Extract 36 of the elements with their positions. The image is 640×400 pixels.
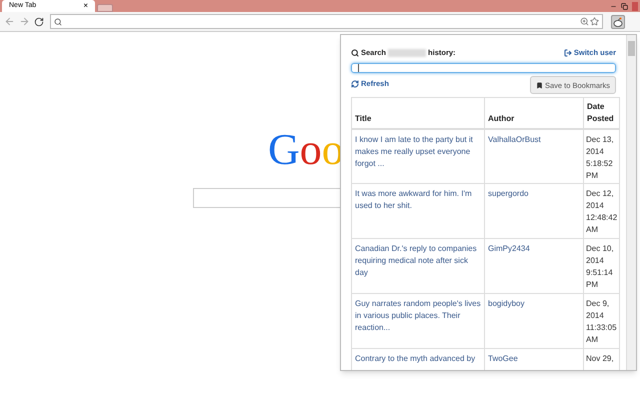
extension-button[interactable] [611,14,625,28]
refresh-icon [351,80,359,88]
search-icon [351,48,359,57]
table-cell[interactable]: I know I am late to the party but it makes me really upset everyone forgot ... [352,128,484,184]
table-cell: Dec 10, 2014 9:51:14 PM [584,238,620,294]
table-cell: Dec 9, 2014 11:33:05 AM [584,294,620,349]
table-cell[interactable]: Contrary to the myth advanced by [352,348,484,370]
column-header: Author [484,98,584,129]
table-cell[interactable]: supergordo [484,184,584,239]
table-cell[interactable]: Guy narrates random people's lives in various public places. Their reaction... [352,294,484,349]
address-bar[interactable] [50,14,603,29]
table-cell: Dec 13, 2014 5:18:52 PM [584,128,620,184]
star-icon[interactable] [590,17,599,26]
redacted-blur [388,48,426,57]
table-cell[interactable]: Canadian Dr.'s reply to companies requiring medical note after sick day [352,238,484,294]
bookmark-icon [536,82,543,89]
search-icon [54,18,62,26]
tab-close-button[interactable]: × [83,0,88,12]
column-header: Date Posted [584,98,620,129]
table-cell[interactable]: It was more awkward for him. I'm used to her shit. [352,184,484,239]
table-cell: Nov 29, [584,348,620,370]
forward-icon[interactable] [19,16,30,27]
back-icon[interactable] [4,16,15,27]
column-header: Title [352,98,484,129]
search-field[interactable] [351,63,616,74]
restore-icon[interactable] [621,2,628,10]
table-cell: Dec 12, 2014 12:48:42 AM [584,184,620,239]
alien-icon [613,16,623,26]
reload-icon[interactable] [34,16,44,26]
table-cell[interactable]: GimPy2434 [484,238,584,294]
browser-tab[interactable] [97,4,113,12]
scrollbar[interactable] [626,35,636,370]
table-cell[interactable]: bogidyboy [484,294,584,349]
switch-user-icon [564,48,572,57]
table-cell[interactable]: ValhallaOrBust [484,128,584,184]
zoom-icon[interactable] [580,17,589,26]
